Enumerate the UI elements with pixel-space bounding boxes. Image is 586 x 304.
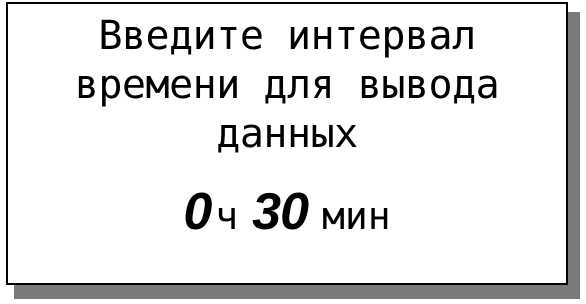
minutes-unit-label: мин bbox=[322, 194, 391, 238]
prompt-line-2: времени для вывода bbox=[74, 62, 500, 108]
prompt-line-1: Введите интервал bbox=[98, 13, 476, 59]
prompt-text: Введите интервал времени для вывода данн… bbox=[8, 12, 566, 159]
hours-value-field[interactable]: 0 bbox=[183, 183, 212, 241]
interval-dialog: Введите интервал времени для вывода данн… bbox=[6, 2, 568, 285]
interval-input: 0 ч 30 мин bbox=[8, 182, 566, 242]
hours-unit-label: ч bbox=[215, 194, 239, 238]
prompt-line-3: данных bbox=[216, 111, 358, 157]
minutes-value-field[interactable]: 30 bbox=[252, 183, 309, 241]
